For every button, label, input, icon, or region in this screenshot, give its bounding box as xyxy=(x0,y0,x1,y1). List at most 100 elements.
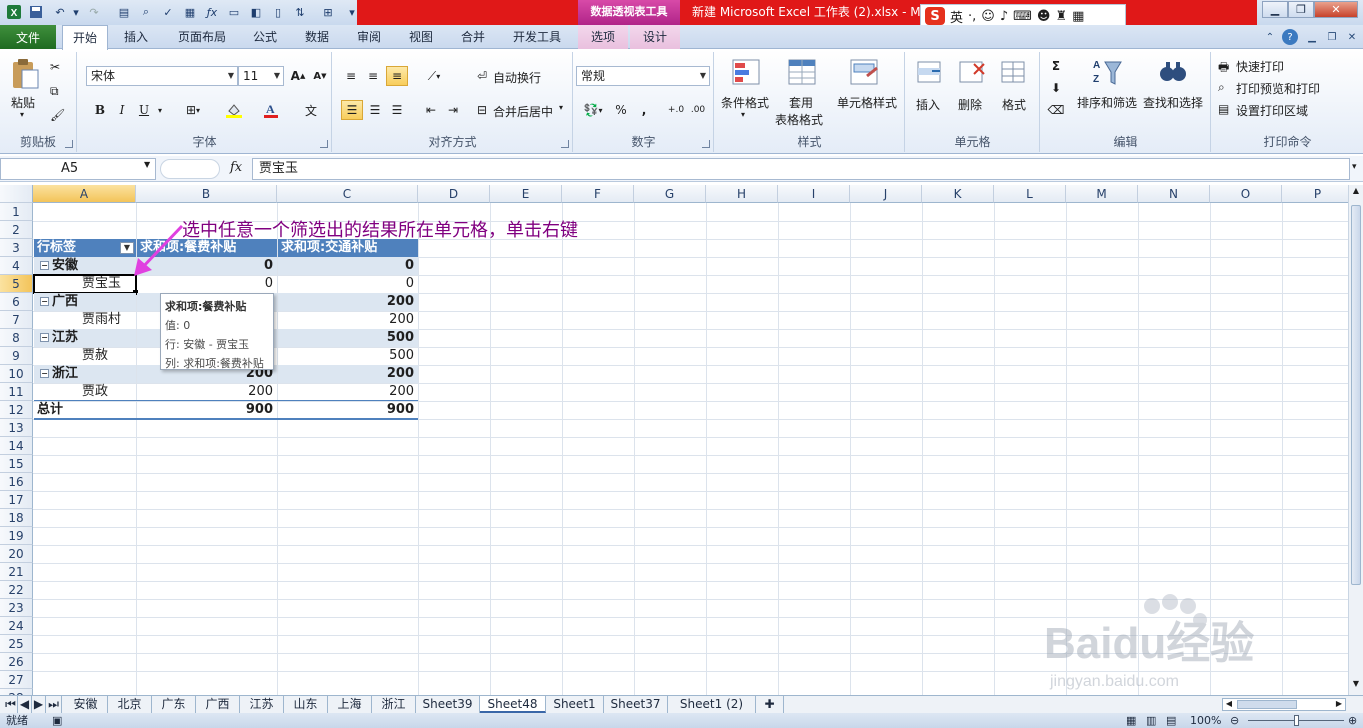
tab-merge[interactable]: 合并 xyxy=(452,25,494,49)
next-sheet-icon[interactable]: ▶ xyxy=(32,696,46,713)
column-header-d[interactable]: D xyxy=(418,185,490,203)
sheet-tab[interactable]: 山东 xyxy=(284,696,328,713)
row-header[interactable]: 17 xyxy=(0,491,33,509)
sheet-tab[interactable]: 浙江 xyxy=(372,696,416,713)
currency-icon[interactable]: 💱 ▾ xyxy=(578,100,608,120)
normal-view-icon[interactable]: ▦ xyxy=(1126,713,1136,728)
row-header[interactable]: 7 xyxy=(0,311,33,329)
row-header[interactable]: 4 xyxy=(0,257,33,275)
form-icon[interactable]: ▭ xyxy=(226,4,242,20)
h-scroll-thumb[interactable] xyxy=(1237,700,1297,709)
find-select-button[interactable]: 查找和选择 xyxy=(1143,94,1203,111)
grow-font-icon[interactable]: A ▲ xyxy=(288,66,308,86)
name-box[interactable]: A5 xyxy=(0,158,156,180)
row-header[interactable]: 15 xyxy=(0,455,33,473)
grid-apps-icon[interactable]: ▦ xyxy=(1072,9,1084,24)
row-header[interactable]: 1 xyxy=(0,203,33,221)
first-sheet-icon[interactable]: ⏮ xyxy=(4,696,18,713)
pivot-group-row[interactable]: − 江苏 xyxy=(34,329,136,347)
sheet-tab[interactable]: Sheet39 xyxy=(416,696,480,713)
keyboard-icon[interactable]: ⌨ xyxy=(1013,9,1032,24)
percent-button[interactable]: % xyxy=(612,100,630,120)
row-header[interactable]: 10 xyxy=(0,365,33,383)
pivot-cell[interactable]: 200 xyxy=(278,293,418,311)
chevron-down-icon[interactable]: ▼ xyxy=(700,67,706,85)
wrap-text-icon[interactable]: ⏎ xyxy=(473,66,491,86)
page-layout-view-icon[interactable]: ▥ xyxy=(1146,713,1156,728)
align-bottom-icon[interactable]: ≡ xyxy=(386,66,408,86)
horizontal-scrollbar[interactable]: ◀ ▶ xyxy=(1222,698,1346,711)
pivot-item-row[interactable]: 贾政 xyxy=(34,383,136,401)
tab-pivot-design[interactable]: 设计 xyxy=(630,25,680,49)
ime-mode[interactable]: 英 xyxy=(950,7,963,26)
paste-icon[interactable] xyxy=(8,56,42,90)
print-preview-icon[interactable]: ⌕ xyxy=(138,4,154,20)
tab-file[interactable]: 文件 xyxy=(0,25,56,49)
pivot-cell[interactable]: 500 xyxy=(278,347,418,365)
last-sheet-icon[interactable]: ⏭ xyxy=(46,696,62,713)
merge-center-icon[interactable]: ⊟ xyxy=(473,100,491,120)
row-header[interactable]: 5 xyxy=(0,275,33,293)
wrap-text-button[interactable]: 自动换行 xyxy=(493,69,541,86)
find-select-icon[interactable] xyxy=(1157,56,1189,88)
row-header[interactable]: 27 xyxy=(0,671,33,689)
row-header[interactable]: 21 xyxy=(0,563,33,581)
row-header[interactable]: 3 xyxy=(0,239,33,257)
microphone-icon[interactable]: ♪ xyxy=(1000,9,1008,24)
camera-icon[interactable]: ◧ xyxy=(248,4,264,20)
sogou-logo-icon[interactable]: S xyxy=(925,7,945,25)
format-cells-icon[interactable] xyxy=(998,56,1030,88)
paste-dropdown-icon[interactable]: ▾ xyxy=(20,110,24,119)
merge-dropdown-icon[interactable]: ▾ xyxy=(559,103,563,112)
row-header[interactable]: 14 xyxy=(0,437,33,455)
undo-icon[interactable]: ↶ xyxy=(52,4,68,20)
row-header[interactable]: 22 xyxy=(0,581,33,599)
undo-dropdown-icon[interactable]: ▾ xyxy=(68,4,84,20)
chevron-down-icon[interactable]: ▼ xyxy=(274,67,280,85)
format-painter-icon[interactable]: 🖌 xyxy=(50,108,65,122)
skin-icon[interactable]: ♜ xyxy=(1055,9,1067,24)
column-header-n[interactable]: N xyxy=(1138,185,1210,203)
pivot-cell[interactable]: 200 xyxy=(278,365,418,383)
pivot-group-row[interactable]: − 浙江 xyxy=(34,365,136,383)
row-header[interactable]: 13 xyxy=(0,419,33,437)
cut-icon[interactable]: ✂ xyxy=(50,60,60,74)
zoom-slider-thumb[interactable] xyxy=(1294,715,1299,726)
autosum-icon[interactable]: Σ xyxy=(1045,56,1067,76)
minimize-button[interactable]: ▁ xyxy=(1262,1,1288,18)
row-header[interactable]: 2 xyxy=(0,221,33,239)
format-button[interactable]: 格式 xyxy=(1002,96,1026,113)
column-header-g[interactable]: G xyxy=(634,185,706,203)
tab-data[interactable]: 数据 xyxy=(296,25,338,49)
pivot-group-row[interactable]: − 广西 xyxy=(34,293,136,311)
column-header-c[interactable]: C xyxy=(277,185,418,203)
clipboard-launcher-icon[interactable] xyxy=(65,140,73,148)
pivot-item-row[interactable]: 贾赦 xyxy=(34,347,136,365)
scroll-left-icon[interactable]: ◀ xyxy=(1223,699,1235,710)
new-sheet-icon[interactable]: ✚ xyxy=(756,696,784,713)
name-box-dropdown-icon[interactable]: ▼ xyxy=(144,160,150,169)
tab-developer[interactable]: 开发工具 xyxy=(506,25,568,49)
doc-close-icon[interactable]: ✕ xyxy=(1344,29,1360,45)
clear-icon[interactable]: ⌫ xyxy=(1045,100,1067,120)
chevron-down-icon[interactable]: ▼ xyxy=(228,67,234,85)
ime-punctuation-icon[interactable]: ·, xyxy=(968,9,976,24)
row-header[interactable]: 9 xyxy=(0,347,33,365)
column-header-m[interactable]: M xyxy=(1066,185,1138,203)
insert-function-icon[interactable]: fx xyxy=(230,160,242,175)
tab-insert[interactable]: 插入 xyxy=(114,25,158,49)
italic-button[interactable]: I xyxy=(112,100,132,120)
align-right-icon[interactable]: ☰ xyxy=(387,100,407,120)
conditional-format-button[interactable]: 条件格式 xyxy=(721,94,769,111)
align-center-icon[interactable]: ☰ xyxy=(365,100,385,120)
font-launcher-icon[interactable] xyxy=(320,140,328,148)
row-header[interactable]: 19 xyxy=(0,527,33,545)
collapse-icon[interactable]: − xyxy=(40,369,49,378)
increase-decimal-icon[interactable]: +.0 xyxy=(666,100,686,120)
vertical-scrollbar[interactable]: ▲ ▼ xyxy=(1348,185,1363,695)
phonetic-icon[interactable]: 文 xyxy=(298,100,324,120)
sheet-tab-active[interactable]: Sheet48 xyxy=(480,696,546,713)
fill-icon[interactable]: ⬇ xyxy=(1045,78,1067,98)
fill-color-icon[interactable] xyxy=(220,100,250,120)
number-format-combo[interactable]: 常规 ▼ xyxy=(576,66,710,86)
